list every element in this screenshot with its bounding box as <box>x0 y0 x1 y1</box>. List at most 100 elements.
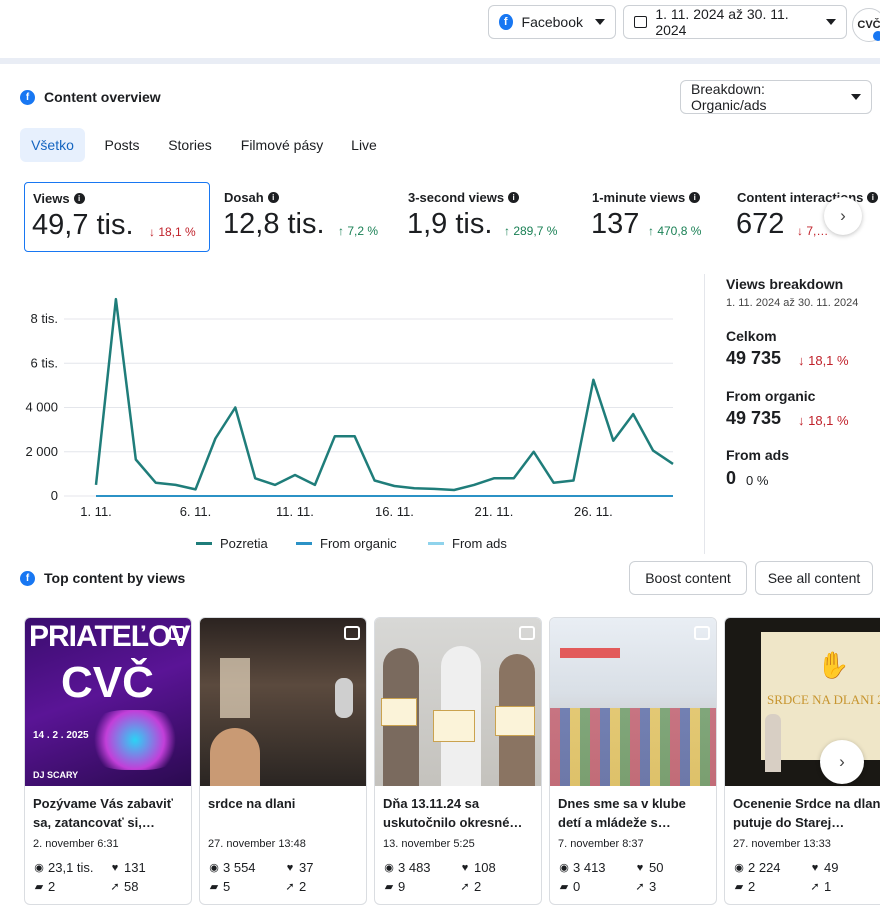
metric-3-second-views[interactable]: 3-second views i 1,9 tis. ↑ 289,7 % <box>400 182 580 252</box>
breakdown-title: Views breakdown <box>726 276 844 292</box>
legend-item-organic[interactable]: From organic <box>296 536 397 551</box>
hand-icon: ✋ <box>817 650 850 680</box>
reel-icon <box>344 626 360 640</box>
x-tick-label: 1. 11. <box>80 504 112 519</box>
heart-icon: ♥ <box>286 861 294 874</box>
breakdown-organic-delta: ↓ 18,1 % <box>798 413 849 428</box>
top-post-card[interactable]: Dňa 13.11.24 sa uskutočnilo okresné… 13.… <box>374 617 542 905</box>
reactions-stat: ♥ 49 <box>809 860 839 875</box>
decorative-shape <box>560 648 620 658</box>
legend-item-views[interactable]: Pozretia <box>196 536 268 551</box>
decorative-shape <box>335 678 353 718</box>
eye-icon: ◉ <box>34 862 44 874</box>
metric-views[interactable]: Views i 49,7 tis. ↓ 18,1 % <box>24 182 210 252</box>
shares-stat: ➚ 58 <box>110 879 139 894</box>
comments-stat: ▰ 9 <box>384 879 406 894</box>
share-icon: ➚ <box>110 881 120 893</box>
y-tick-label: 6 tis. <box>31 355 58 370</box>
x-tick-label: 11. 11. <box>276 504 314 519</box>
comments-stat: ▰ 0 <box>559 879 581 894</box>
views-stat: ◉ 3 483 <box>384 860 431 875</box>
date-range-label: 1. 11. 2024 až 30. 11. 2024 <box>655 6 789 38</box>
posts-next-button[interactable]: › <box>820 740 864 784</box>
legend-item-ads[interactable]: From ads <box>428 536 507 551</box>
breakdown-dropdown[interactable]: Breakdown: Organic/ads <box>680 80 872 114</box>
see-all-content-button[interactable]: See all content <box>755 561 873 595</box>
views-stat: ◉ 3 554 <box>209 860 256 875</box>
comments-stat: ▰ 5 <box>209 879 231 894</box>
calendar-icon <box>634 16 648 28</box>
platform-dropdown[interactable]: f Facebook <box>488 5 616 39</box>
breakdown-ads-value: 0 <box>726 468 737 488</box>
reel-icon <box>169 626 185 640</box>
avatar[interactable]: CVČ <box>852 8 880 42</box>
post-thumbnail: PRIATEĽOV CVČ 14 . 2 . 2025 DJ SCARY <box>25 618 191 786</box>
reactions-stat: ♥ 108 <box>459 860 496 875</box>
facebook-icon: f <box>20 570 35 586</box>
breakdown-range: 1. 11. 2024 až 30. 11. 2024 <box>726 297 859 309</box>
share-icon: ➚ <box>635 881 645 893</box>
platform-label: Facebook <box>521 14 583 30</box>
reactions-stat: ♥ 50 <box>634 860 664 875</box>
comments-stat: ▰ 2 <box>34 879 56 894</box>
tab-posts[interactable]: Posts <box>96 128 148 162</box>
top-post-card[interactable]: PRIATEĽOV CVČ 14 . 2 . 2025 DJ SCARY Poz… <box>24 617 192 905</box>
breakdown-total-value: 49 735 <box>726 348 782 368</box>
share-icon: ➚ <box>810 881 820 893</box>
x-tick-label: 21. 11. <box>475 504 514 519</box>
facebook-icon: f <box>499 14 513 30</box>
comments-stat: ▰ 2 <box>734 879 756 894</box>
eye-icon: ◉ <box>209 862 219 874</box>
reactions-stat: ♥ 131 <box>109 860 146 875</box>
chevron-right-icon: › <box>840 206 846 225</box>
chevron-down-icon <box>595 19 605 25</box>
legend-swatch <box>296 542 312 545</box>
y-tick-label: 2 000 <box>25 444 58 459</box>
comment-icon: ▰ <box>209 881 219 893</box>
tab-live[interactable]: Live <box>342 128 386 162</box>
post-thumbnail <box>550 618 716 786</box>
info-icon: i <box>267 192 279 203</box>
metrics-next-button[interactable]: › <box>824 197 862 235</box>
top-post-card[interactable]: srdce na dlani 27. november 13:48 ◉ 3 554… <box>199 617 367 905</box>
legend-swatch <box>196 542 212 545</box>
boost-content-button[interactable]: Boost content <box>629 561 747 595</box>
decorative-shape <box>220 658 250 718</box>
breakdown-organic-label: From organic <box>726 388 816 404</box>
info-icon: i <box>689 192 701 203</box>
header-divider <box>0 58 880 64</box>
metric-reach[interactable]: Dosah i 12,8 tis. ↑ 7,2 % <box>216 182 396 252</box>
breakdown-ads-label: From ads <box>726 447 790 463</box>
eye-icon: ◉ <box>384 862 394 874</box>
shares-stat: ➚ 1 <box>810 879 832 894</box>
heart-icon: ♥ <box>636 861 644 874</box>
tab-stories[interactable]: Stories <box>160 128 220 162</box>
reactions-stat: ♥ 37 <box>284 860 314 875</box>
breakdown-ads-delta: 0 % <box>746 473 769 488</box>
decorative-shape <box>433 710 475 742</box>
x-tick-label: 26. 11. <box>574 504 613 519</box>
info-icon: i <box>508 192 520 203</box>
tab-reels[interactable]: Filmové pásy <box>232 128 332 162</box>
album-icon <box>519 626 535 640</box>
views-stat: ◉ 23,1 tis. <box>34 860 94 875</box>
content-overview-title: f Content overview <box>20 89 161 105</box>
shares-stat: ➚ 2 <box>460 879 482 894</box>
share-icon: ➚ <box>460 881 470 893</box>
heart-icon: ♥ <box>811 861 819 874</box>
views-stat: ◉ 3 413 <box>559 860 606 875</box>
y-tick-label: 0 <box>51 488 58 503</box>
chevron-down-icon <box>851 94 861 100</box>
tab-all[interactable]: Všetko <box>20 128 85 162</box>
date-range-picker[interactable]: 1. 11. 2024 až 30. 11. 2024 <box>623 5 847 39</box>
top-post-card[interactable]: Dnes sme sa v klube detí a mládeže s… 7.… <box>549 617 717 905</box>
x-tick-label: 16. 11. <box>375 504 414 519</box>
comment-icon: ▰ <box>559 881 569 893</box>
decorative-shape <box>550 708 716 786</box>
metric-1-minute-views[interactable]: 1-minute views i 137 ↑ 470,8 % <box>584 182 724 252</box>
y-tick-label: 8 tis. <box>31 311 58 326</box>
heart-icon: ♥ <box>461 861 469 874</box>
top-content-title: f Top content by views <box>20 570 185 586</box>
views-stat: ◉ 2 224 <box>734 860 781 875</box>
post-thumbnail <box>375 618 541 786</box>
